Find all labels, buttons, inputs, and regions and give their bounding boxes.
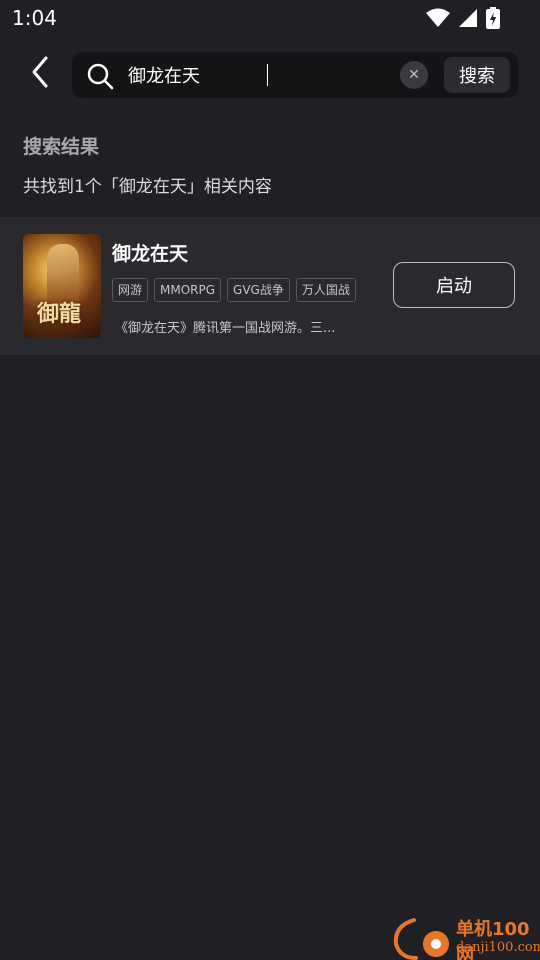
- game-name: 御龙在天: [112, 243, 189, 265]
- search-button[interactable]: 搜索: [444, 57, 510, 93]
- watermark-subtitle: danji100.com: [456, 940, 540, 955]
- results-summary: 共找到1个「御龙在天」相关内容: [23, 177, 272, 197]
- status-icons: [426, 7, 500, 33]
- status-time: 1:04: [12, 6, 57, 30]
- search-icon: [86, 62, 114, 94]
- signal-icon: [458, 8, 478, 32]
- status-bar: 1:04: [0, 0, 540, 36]
- back-button[interactable]: [22, 56, 58, 92]
- chevron-left-icon: [29, 55, 51, 93]
- close-icon: ✕: [408, 67, 420, 83]
- result-item[interactable]: 御龍 御龙在天 网游 MMORPG GVG战争 万人国战 《御龙在天》腾讯第一国…: [0, 217, 540, 355]
- wifi-icon: [426, 8, 450, 32]
- tag: 网游: [112, 278, 149, 302]
- game-description: 《御龙在天》腾讯第一国战网游。三...: [115, 321, 336, 336]
- text-caret: [267, 64, 268, 86]
- battery-charging-icon: [486, 7, 500, 33]
- watermark: 单机100网 danji100.com: [390, 914, 540, 960]
- tag: 万人国战: [295, 278, 356, 302]
- tag: GVG战争: [227, 278, 290, 302]
- launch-button[interactable]: 启动: [393, 262, 515, 308]
- results-title: 搜索结果: [23, 136, 100, 158]
- cover-title-text: 御龍: [37, 301, 82, 327]
- clear-search-button[interactable]: ✕: [400, 61, 428, 89]
- cover-figure: [47, 244, 79, 304]
- search-bar: ✕ 搜索: [72, 52, 518, 98]
- watermark-logo-icon: [390, 916, 452, 960]
- game-tags: 网游 MMORPG GVG战争 万人国战: [112, 278, 356, 302]
- tag: MMORPG: [154, 278, 222, 302]
- search-input[interactable]: [128, 61, 388, 89]
- game-cover-image[interactable]: 御龍: [23, 234, 101, 338]
- search-results-page: 1:04 御龙在天 ✕ 搜索 搜索结果 共找到1个「御龙在天」相关内容 御龍 御…: [0, 0, 540, 960]
